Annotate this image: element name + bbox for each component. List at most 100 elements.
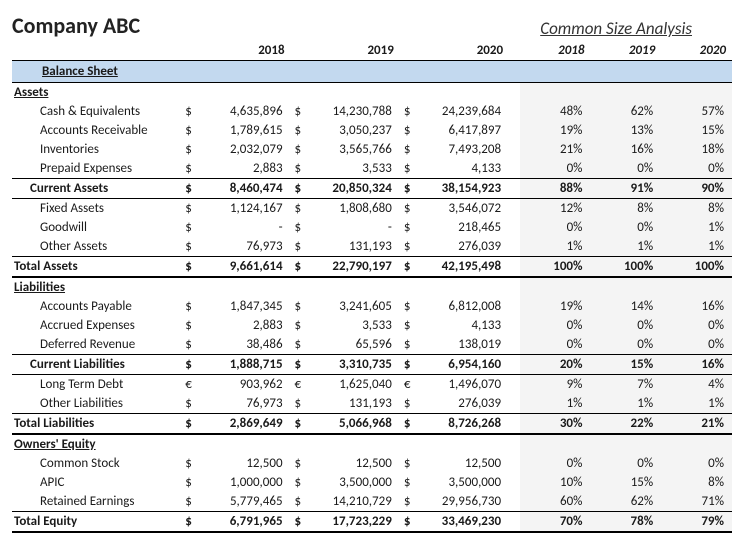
currency-symbol: $ bbox=[291, 316, 312, 335]
value-cell: 8,460,474 bbox=[203, 179, 291, 199]
value-cell: 76,973 bbox=[203, 394, 291, 414]
currency-symbol: $ bbox=[181, 237, 202, 257]
pct-cell: 0% bbox=[590, 159, 661, 179]
title-row: Company ABC Common Size Analysis bbox=[12, 12, 732, 39]
pct-cell: 15% bbox=[590, 473, 661, 492]
currency-symbol: € bbox=[400, 375, 421, 395]
row-label: Goodwill bbox=[12, 218, 181, 237]
csa-year-2020: 2020 bbox=[661, 41, 732, 61]
table-row: Other Assets$76,973$131,193$276,0391%1%1… bbox=[12, 237, 732, 257]
value-cell: 1,496,070 bbox=[421, 375, 509, 395]
row-label: Retained Earnings bbox=[12, 492, 181, 512]
pct-cell: 60% bbox=[520, 492, 591, 512]
value-cell: 1,888,715 bbox=[203, 355, 291, 375]
pct-cell: 62% bbox=[590, 492, 661, 512]
row-label: Total Liabilities bbox=[12, 414, 181, 435]
currency-symbol: $ bbox=[181, 218, 202, 237]
pct-cell: 15% bbox=[661, 121, 732, 140]
table-row: Accounts Payable$1,847,345$3,241,605$6,8… bbox=[12, 297, 732, 316]
currency-symbol: $ bbox=[291, 140, 312, 159]
pct-cell: 20% bbox=[520, 355, 591, 375]
year-header-row: 2018 2019 2020 2018 2019 2020 bbox=[12, 41, 732, 61]
value-cell: 6,812,008 bbox=[421, 297, 509, 316]
table-row: Current Assets$8,460,474$20,850,324$38,1… bbox=[12, 179, 732, 199]
pct-cell: 1% bbox=[590, 237, 661, 257]
currency-symbol: $ bbox=[291, 297, 312, 316]
value-cell: 4,133 bbox=[421, 159, 509, 179]
value-cell: 38,486 bbox=[203, 335, 291, 355]
row-label: APIC bbox=[12, 473, 181, 492]
value-cell: 2,883 bbox=[203, 316, 291, 335]
pct-cell: 100% bbox=[590, 257, 661, 278]
value-cell: 6,791,965 bbox=[203, 512, 291, 533]
csa-year-2019: 2019 bbox=[590, 41, 661, 61]
currency-symbol: $ bbox=[400, 414, 421, 435]
value-cell: 76,973 bbox=[203, 237, 291, 257]
pct-cell: 62% bbox=[590, 102, 661, 121]
table-row: Fixed Assets$1,124,167$1,808,680$3,546,0… bbox=[12, 199, 732, 219]
pct-cell: 88% bbox=[520, 179, 591, 199]
row-label: Long Term Debt bbox=[12, 375, 181, 395]
value-cell: 138,019 bbox=[421, 335, 509, 355]
row-label: Other Liabilities bbox=[12, 394, 181, 414]
pct-cell: 0% bbox=[520, 218, 591, 237]
pct-cell: 100% bbox=[520, 257, 591, 278]
currency-symbol: $ bbox=[400, 159, 421, 179]
table-row: Other Liabilities$76,973$131,193$276,039… bbox=[12, 394, 732, 414]
table-row: Prepaid Expenses$2,883$3,533$4,1330%0%0% bbox=[12, 159, 732, 179]
pct-cell: 21% bbox=[520, 140, 591, 159]
row-label: Total Equity bbox=[12, 512, 181, 533]
pct-cell: 1% bbox=[661, 218, 732, 237]
value-cell: 65,596 bbox=[312, 335, 400, 355]
table-row: Total Assets$9,661,614$22,790,197$42,195… bbox=[12, 257, 732, 278]
pct-cell: 0% bbox=[520, 316, 591, 335]
pct-cell: 1% bbox=[661, 394, 732, 414]
row-label: Accounts Receivable bbox=[12, 121, 181, 140]
currency-symbol: $ bbox=[291, 237, 312, 257]
pct-cell: 1% bbox=[520, 394, 591, 414]
pct-cell: 0% bbox=[590, 335, 661, 355]
year-col-2018: 2018 bbox=[203, 41, 291, 61]
pct-cell: 15% bbox=[590, 355, 661, 375]
table-row: Long Term Debt€903,962€1,625,040€1,496,0… bbox=[12, 375, 732, 395]
value-cell: 38,154,923 bbox=[421, 179, 509, 199]
table-row: Accrued Expenses$2,883$3,533$4,1330%0%0% bbox=[12, 316, 732, 335]
pct-cell: 57% bbox=[661, 102, 732, 121]
year-col-2019: 2019 bbox=[312, 41, 400, 61]
currency-symbol: $ bbox=[400, 394, 421, 414]
value-cell: 4,133 bbox=[421, 316, 509, 335]
currency-symbol: $ bbox=[291, 159, 312, 179]
value-cell: 1,789,615 bbox=[203, 121, 291, 140]
table-row: Total Liabilities$2,869,649$5,066,968$8,… bbox=[12, 414, 732, 435]
row-label: Other Assets bbox=[12, 237, 181, 257]
pct-cell: 0% bbox=[590, 454, 661, 473]
value-cell: 1,625,040 bbox=[312, 375, 400, 395]
value-cell: 6,954,160 bbox=[421, 355, 509, 375]
currency-symbol: $ bbox=[181, 159, 202, 179]
currency-symbol: $ bbox=[181, 414, 202, 435]
table-row: Assets bbox=[12, 83, 732, 103]
value-cell: 6,417,897 bbox=[421, 121, 509, 140]
currency-symbol: $ bbox=[291, 121, 312, 140]
table-row: Accounts Receivable$1,789,615$3,050,237$… bbox=[12, 121, 732, 140]
value-cell: - bbox=[312, 218, 400, 237]
currency-symbol: $ bbox=[291, 492, 312, 512]
currency-symbol: $ bbox=[400, 199, 421, 219]
row-label: Current Liabilities bbox=[12, 355, 181, 375]
common-size-title: Common Size Analysis bbox=[540, 18, 732, 39]
currency-symbol: $ bbox=[181, 335, 202, 355]
pct-cell: 8% bbox=[661, 473, 732, 492]
pct-cell: 12% bbox=[520, 199, 591, 219]
currency-symbol: $ bbox=[181, 355, 202, 375]
value-cell: 1,124,167 bbox=[203, 199, 291, 219]
value-cell: 4,635,896 bbox=[203, 102, 291, 121]
currency-symbol: $ bbox=[291, 355, 312, 375]
value-cell: 131,193 bbox=[312, 237, 400, 257]
row-label: Total Assets bbox=[12, 257, 181, 278]
pct-cell: 0% bbox=[590, 218, 661, 237]
currency-symbol: $ bbox=[291, 394, 312, 414]
value-cell: 1,000,000 bbox=[203, 473, 291, 492]
pct-cell: 0% bbox=[661, 335, 732, 355]
value-cell: 3,310,735 bbox=[312, 355, 400, 375]
currency-symbol: $ bbox=[400, 297, 421, 316]
